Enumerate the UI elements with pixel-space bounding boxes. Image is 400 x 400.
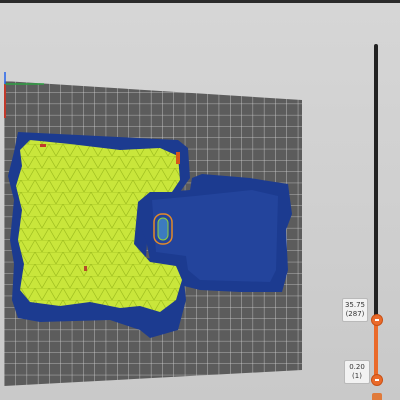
bottom-layer-label: 0.20 (1) — [344, 360, 370, 384]
legend-toggle-icon[interactable] — [372, 393, 382, 400]
3d-preview-viewport[interactable] — [0, 3, 400, 400]
bottom-layer-number: (1) — [352, 372, 362, 380]
top-layer-thumb[interactable] — [371, 314, 383, 326]
top-layer-height: 35.75 — [344, 301, 366, 309]
bottom-layer-height: 0.20 — [349, 363, 365, 371]
bottom-layer-thumb[interactable] — [371, 374, 383, 386]
top-layer-number: (287) — [345, 310, 365, 318]
layer-slider-selected-range — [374, 318, 378, 380]
print-bed — [4, 72, 302, 386]
top-layer-label: 35.75 (287) — [342, 298, 368, 322]
